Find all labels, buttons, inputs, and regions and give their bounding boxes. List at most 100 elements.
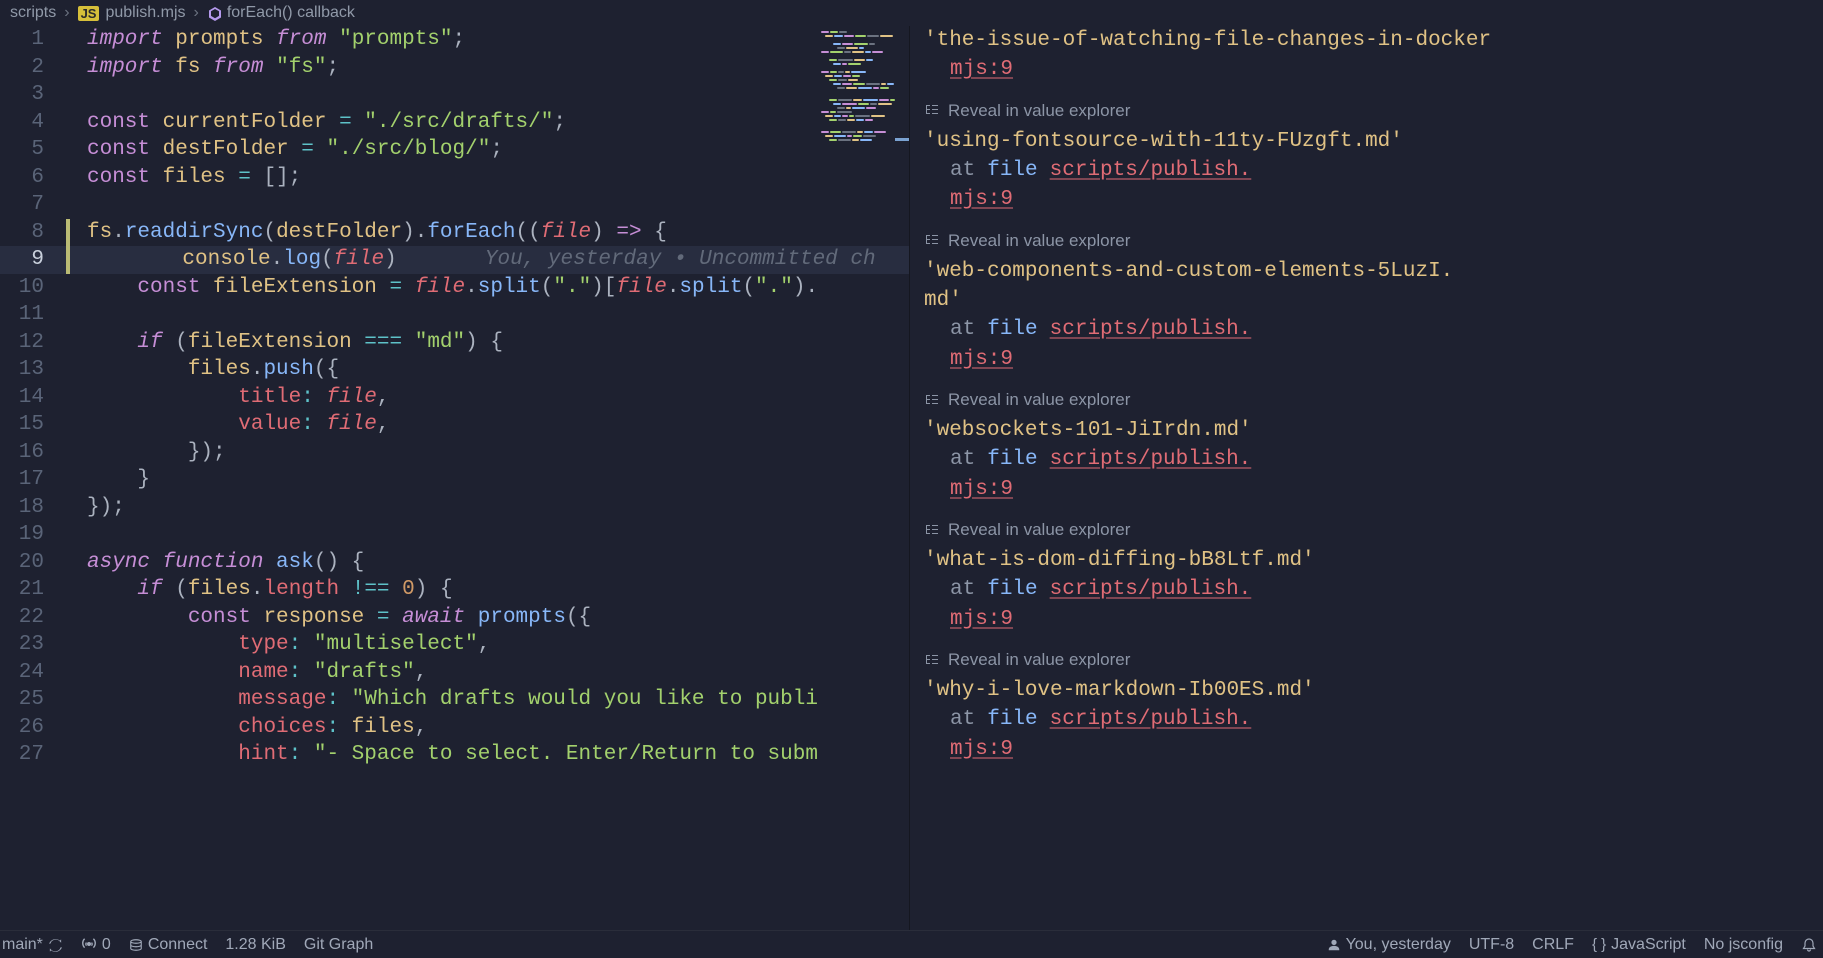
code-content[interactable]: message: "Which drafts would you like to… [72,686,909,714]
code-content[interactable]: if (fileExtension === "md") { [72,329,909,357]
code-line[interactable]: 23 type: "multiselect", [0,631,909,659]
status-branch[interactable]: main* [6,936,63,954]
code-line[interactable]: 21 if (files.length !== 0) { [0,576,909,604]
code-line[interactable]: 9💡 console.log(file) You, yesterday • Un… [0,246,909,274]
breadcrumb-file[interactable]: publish.mjs [105,4,185,22]
code-line[interactable]: 5const destFolder = "./src/blog/"; [0,136,909,164]
code-line[interactable]: 25 message: "Which drafts would you like… [0,686,909,714]
code-content[interactable]: fs.readdirSync(destFolder).forEach((file… [72,219,909,247]
minimap-viewport-indicator[interactable] [895,138,909,141]
line-number[interactable]: 6 [0,164,72,192]
code-content[interactable]: }); [72,494,909,522]
code-content[interactable] [72,301,909,329]
code-content[interactable]: import prompts from "prompts"; [72,26,909,54]
code-editor[interactable]: 1import prompts from "prompts";2import f… [0,26,909,930]
line-number[interactable]: 18 [0,494,72,522]
line-number[interactable]: 9 [0,246,72,274]
line-number[interactable]: 11 [0,301,72,329]
source-link[interactable]: scripts/publish. [1050,575,1252,604]
line-number[interactable]: 24 [0,659,72,687]
sync-icon[interactable] [48,936,63,953]
line-number[interactable]: 3 [0,81,72,109]
code-line[interactable]: 15 value: file, [0,411,909,439]
change-indicator[interactable] [66,246,70,274]
status-notifications[interactable] [1801,936,1817,953]
status-eol[interactable]: CRLF [1532,936,1574,954]
code-line[interactable]: 22 const response = await prompts({ [0,604,909,632]
status-encoding[interactable]: UTF-8 [1469,936,1514,954]
status-broadcast[interactable]: 0 [81,936,111,954]
code-line[interactable]: 12 if (fileExtension === "md") { [0,329,909,357]
code-content[interactable]: const response = await prompts({ [72,604,909,632]
breadcrumb-folder[interactable]: scripts [10,4,56,22]
source-link[interactable]: mjs:9 [950,738,1013,761]
minimap[interactable] [815,26,909,226]
inline-blame[interactable]: You, yesterday • Uncommitted ch [397,248,876,271]
code-line[interactable]: 19 [0,521,909,549]
line-number[interactable]: 13 [0,356,72,384]
line-number[interactable]: 16 [0,439,72,467]
source-link[interactable]: mjs:9 [950,608,1013,631]
code-content[interactable]: choices: files, [72,714,909,742]
line-number[interactable]: 10 [0,274,72,302]
code-content[interactable]: }); [72,439,909,467]
status-filesize[interactable]: 1.28 KiB [225,936,285,954]
source-link[interactable]: scripts/publish. [1050,315,1252,344]
line-number[interactable]: 1 [0,26,72,54]
line-number[interactable]: 23 [0,631,72,659]
line-number[interactable]: 12 [0,329,72,357]
code-content[interactable]: async function ask() { [72,549,909,577]
line-number[interactable]: 27 [0,741,72,769]
status-connect[interactable]: Connect [129,936,208,954]
status-language[interactable]: { } JavaScript [1592,936,1686,954]
code-content[interactable]: name: "drafts", [72,659,909,687]
code-content[interactable]: files.push({ [72,356,909,384]
reveal-in-explorer[interactable]: Reveal in value explorer [924,388,1809,412]
reveal-in-explorer[interactable]: Reveal in value explorer [924,518,1809,542]
code-content[interactable] [72,81,909,109]
code-content[interactable]: import fs from "fs"; [72,54,909,82]
code-content[interactable] [72,191,909,219]
line-number[interactable]: 22 [0,604,72,632]
code-line[interactable]: 14 title: file, [0,384,909,412]
breadcrumb-symbol[interactable]: forEach() callback [227,4,355,22]
reveal-in-explorer[interactable]: Reveal in value explorer [924,99,1809,123]
code-content[interactable]: const destFolder = "./src/blog/"; [72,136,909,164]
code-line[interactable]: 4const currentFolder = "./src/drafts/"; [0,109,909,137]
code-line[interactable]: 18}); [0,494,909,522]
line-number[interactable]: 5 [0,136,72,164]
line-number[interactable]: 20 [0,549,72,577]
code-line[interactable]: 26 choices: files, [0,714,909,742]
code-content[interactable]: type: "multiselect", [72,631,909,659]
code-line[interactable]: 1import prompts from "prompts"; [0,26,909,54]
line-number[interactable]: 15 [0,411,72,439]
line-number[interactable]: 8 [0,219,72,247]
code-line[interactable]: 24 name: "drafts", [0,659,909,687]
line-number[interactable]: 14 [0,384,72,412]
source-link[interactable]: scripts/publish. [1050,445,1252,474]
code-line[interactable]: 16 }); [0,439,909,467]
change-indicator[interactable] [66,219,70,247]
line-number[interactable]: 17 [0,466,72,494]
status-git-graph[interactable]: Git Graph [304,936,373,954]
code-content[interactable]: 💡 console.log(file) You, yesterday • Unc… [72,246,909,274]
code-line[interactable]: 27 hint: "- Space to select. Enter/Retur… [0,741,909,769]
reveal-in-explorer[interactable]: Reveal in value explorer [924,229,1809,253]
line-number[interactable]: 7 [0,191,72,219]
line-number[interactable]: 25 [0,686,72,714]
code-content[interactable]: title: file, [72,384,909,412]
line-number[interactable]: 4 [0,109,72,137]
code-content[interactable] [72,521,909,549]
code-line[interactable]: 10 const fileExtension = file.split(".")… [0,274,909,302]
code-content[interactable]: const files = []; [72,164,909,192]
source-link[interactable]: mjs:9 [950,188,1013,211]
code-line[interactable]: 7 [0,191,909,219]
line-number[interactable]: 26 [0,714,72,742]
line-number[interactable]: 21 [0,576,72,604]
line-number[interactable]: 19 [0,521,72,549]
code-content[interactable]: const fileExtension = file.split(".")[fi… [72,274,909,302]
source-link[interactable]: mjs:9 [950,348,1013,371]
code-line[interactable]: 11 [0,301,909,329]
code-line[interactable]: 2import fs from "fs"; [0,54,909,82]
line-number[interactable]: 2 [0,54,72,82]
